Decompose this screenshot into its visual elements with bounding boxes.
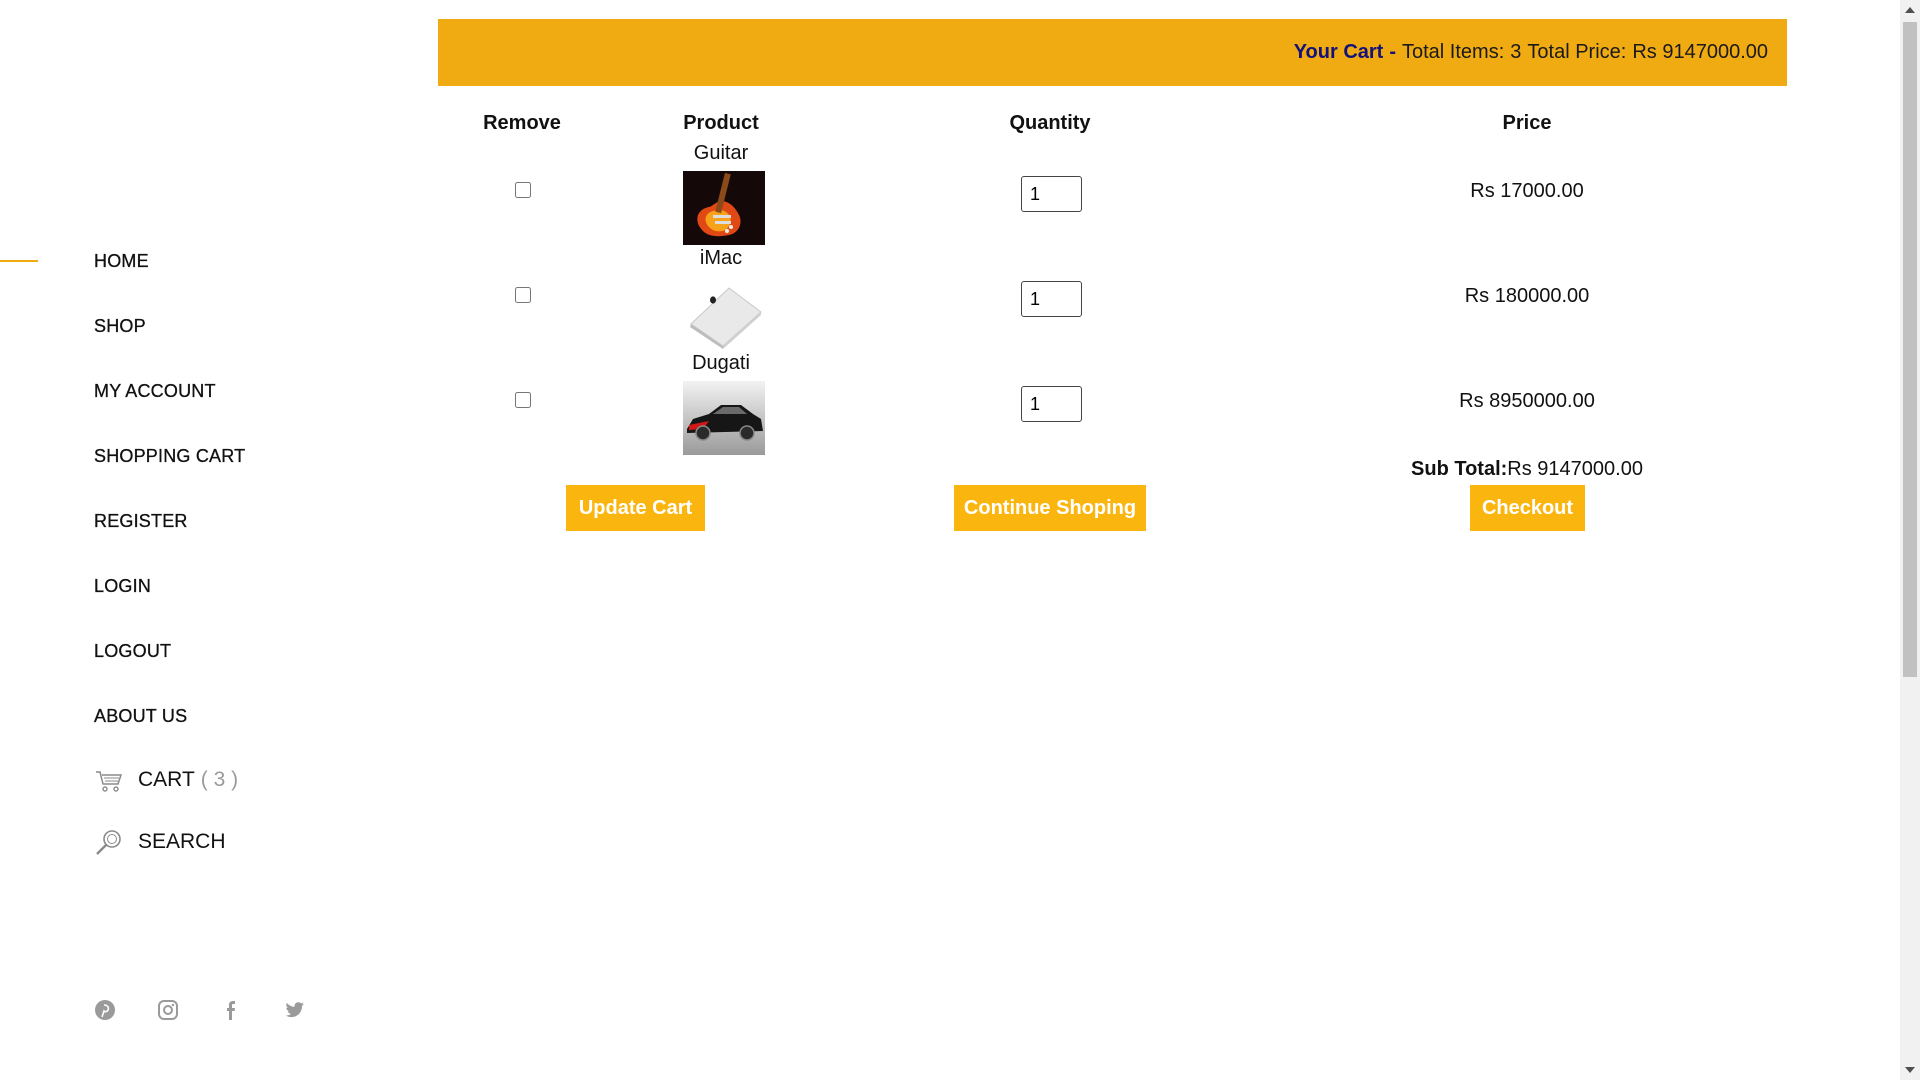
item-price: Rs 8950000.00: [1459, 390, 1595, 412]
nav-shopping-cart[interactable]: SHOPPING CART: [94, 445, 245, 467]
nav-logout[interactable]: LOGOUT: [94, 640, 171, 662]
quantity-input[interactable]: [1021, 281, 1082, 317]
column-header-quantity: Quantity: [1009, 112, 1091, 134]
total-items-label: Total Items:: [1402, 41, 1505, 63]
total-items-value: 3: [1510, 41, 1522, 63]
remove-checkbox[interactable]: [515, 182, 531, 198]
remove-checkbox[interactable]: [515, 287, 531, 303]
facebook-icon[interactable]: [218, 997, 244, 1023]
twitter-icon[interactable]: [281, 997, 307, 1023]
sidebar: HOME SHOP MY ACCOUNT SHOPPING CART REGIS…: [0, 0, 420, 1080]
social-links: [92, 997, 344, 1023]
cart-summary-bar: Your Cart - Total Items: 3 Total Price: …: [438, 19, 1787, 86]
scroll-up-arrow[interactable]: [1905, 7, 1915, 13]
active-indicator: [0, 260, 38, 262]
product-name: iMac: [699, 247, 743, 269]
scroll-thumb[interactable]: [1903, 22, 1917, 677]
cart-icon: [96, 771, 123, 792]
cart-count: ( 3 ): [200, 768, 239, 791]
quantity-input[interactable]: [1021, 176, 1082, 212]
subtotal-value: Rs 9147000.00: [1507, 458, 1643, 480]
nav-shop[interactable]: SHOP: [94, 315, 146, 337]
nav-home[interactable]: HOME: [94, 250, 149, 272]
update-cart-button[interactable]: Update Cart: [566, 485, 705, 531]
column-header-price: Price: [1502, 112, 1552, 134]
item-price: Rs 180000.00: [1464, 285, 1590, 307]
product-name: Dugati: [692, 352, 750, 374]
checkout-button[interactable]: Checkout: [1470, 485, 1585, 531]
nav-login[interactable]: LOGIN: [94, 575, 151, 597]
total-price-label: Total Price:: [1527, 41, 1627, 63]
search-label: SEARCH: [138, 830, 226, 853]
nav-about-us[interactable]: ABOUT US: [94, 705, 187, 727]
continue-shopping-button[interactable]: Continue Shoping: [954, 485, 1146, 531]
header-separator: -: [1389, 41, 1396, 63]
nav-cart[interactable]: CART ( 3 ): [94, 765, 238, 795]
scroll-down-arrow[interactable]: [1905, 1067, 1915, 1073]
total-price-value: Rs 9147000.00: [1632, 41, 1768, 63]
subtotal: Sub Total:Rs 9147000.00: [1411, 458, 1643, 481]
cart-label: CART: [138, 768, 195, 791]
quantity-input[interactable]: [1021, 386, 1082, 422]
your-cart-title: Your Cart: [1293, 41, 1384, 63]
car-image[interactable]: [683, 381, 765, 455]
subtotal-label: Sub Total:: [1411, 458, 1508, 480]
laptop-image[interactable]: [683, 276, 765, 350]
search-icon: [96, 830, 121, 855]
remove-checkbox[interactable]: [515, 392, 531, 408]
instagram-icon[interactable]: [155, 997, 181, 1023]
column-header-product: Product: [683, 112, 759, 134]
page-scrollbar[interactable]: [1900, 0, 1920, 1080]
pinterest-icon[interactable]: [92, 997, 118, 1023]
column-header-remove: Remove: [483, 112, 561, 134]
product-name: Guitar: [693, 142, 749, 164]
item-price: Rs 17000.00: [1470, 180, 1584, 202]
nav-register[interactable]: REGISTER: [94, 510, 188, 532]
nav-search[interactable]: SEARCH: [94, 827, 226, 857]
guitar-image[interactable]: [683, 171, 765, 245]
nav-my-account[interactable]: MY ACCOUNT: [94, 380, 216, 402]
